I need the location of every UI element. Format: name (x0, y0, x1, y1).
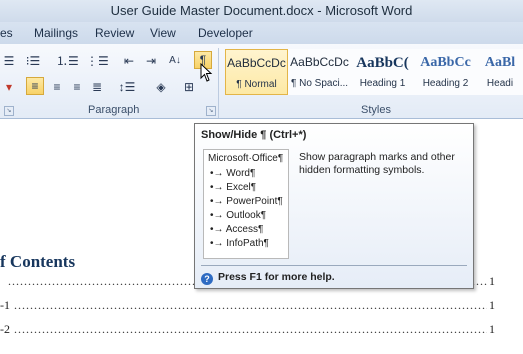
toc-title: f Contents (0, 252, 76, 271)
tooltip-help-text: Press F1 for more help. (218, 271, 335, 283)
justify-button[interactable]: ≣ (88, 78, 106, 96)
style-preview: AaBbCc (420, 55, 471, 70)
style-heading-3[interactable]: AaBl Headi (477, 49, 523, 95)
preview-item: •→ PowerPoint¶ (210, 196, 283, 207)
preview-item: •→ InfoPath¶ (210, 238, 269, 249)
preview-header: Microsoft·Office¶ (208, 153, 284, 164)
style-heading-2[interactable]: AaBbCc Heading 2 (414, 49, 477, 95)
ribbon-tabs: es Mailings Review View Developer (0, 22, 523, 44)
style-name: Heading 1 (359, 78, 406, 89)
toc-page-number: 1 (488, 298, 495, 313)
multilevel-list-button[interactable]: ⋮☰ (86, 52, 109, 70)
group-divider (218, 48, 219, 118)
tab-mailings[interactable]: Mailings (34, 26, 78, 40)
style-preview: AaBbCcDc (227, 56, 286, 70)
increase-indent-button[interactable]: ⇥ (142, 52, 160, 70)
ribbon: ☰ ⁝☰ ⒈☰ ⋮☰ ⇤ ⇥ A↓ ¶ ▾ ≡ ≡ ≡ ≣ ↕☰ ◈ ⊞ Par… (0, 44, 523, 119)
style-preview: AaBl (484, 55, 516, 70)
tab-home-partial[interactable]: es (0, 26, 13, 40)
style-preview: AaBbC( (356, 55, 409, 71)
paragraph-dialog-launcher-icon[interactable]: ↘ (206, 106, 216, 116)
window-title-bar: User Guide Master Document.docx - Micros… (0, 0, 523, 22)
show-hide-tooltip: Show/Hide ¶ (Ctrl+*) Microsoft·Office¶ •… (194, 123, 474, 289)
tooltip-preview-image: Microsoft·Office¶ •→ Word¶ •→ Excel¶ •→ … (203, 149, 289, 259)
decrease-indent-button[interactable]: ⇤ (120, 52, 138, 70)
tooltip-divider (201, 265, 467, 266)
toc-page-number: 1 (488, 274, 495, 289)
toc-line[interactable]: ........................................… (0, 298, 495, 313)
styles-group-label: Styles (361, 104, 391, 116)
numbering-button[interactable]: ⒈☰ (56, 52, 79, 70)
align-center-button[interactable]: ≡ (48, 78, 66, 96)
tooltip-title: Show/Hide ¶ (Ctrl+*) (201, 129, 307, 141)
style-heading-1[interactable]: AaBbC( Heading 1 (351, 49, 414, 95)
mouse-cursor-icon (200, 63, 213, 82)
preview-item: •→ Outlook¶ (210, 210, 267, 221)
paragraph-group-label: Paragraph (88, 104, 140, 116)
tab-review[interactable]: Review (95, 26, 134, 40)
preview-item: •→ Access¶ (210, 224, 264, 235)
style-no-spacing[interactable]: AaBbCcDc ¶ No Spaci... (288, 49, 351, 95)
help-icon: ? (201, 273, 213, 285)
preview-item: •→ Excel¶ (210, 182, 257, 193)
font-dialog-launcher-icon[interactable]: ↘ (4, 106, 14, 116)
tooltip-help: ? Press F1 for more help. (201, 271, 335, 285)
style-name: ¶ No Spaci... (290, 78, 349, 89)
font-color-dropdown-icon[interactable]: ▾ (0, 78, 18, 96)
toc-leader-dots: ........................................… (14, 298, 487, 312)
bullets-icon[interactable]: ☰ (0, 52, 18, 70)
borders-button[interactable]: ⊞ (180, 78, 198, 96)
sort-button[interactable]: A↓ (166, 52, 184, 70)
line-spacing-button[interactable]: ↕☰ (118, 78, 136, 96)
shading-button[interactable]: ◈ (152, 78, 170, 96)
preview-item: •→ Word¶ (210, 168, 256, 179)
style-name: Heading 2 (422, 78, 469, 89)
toc-entry-text: -1 (0, 298, 10, 312)
bullets-button[interactable]: ⁝☰ (24, 52, 42, 70)
style-name: ¶ Normal (236, 79, 277, 90)
align-left-button[interactable]: ≡ (26, 77, 44, 95)
align-right-button[interactable]: ≡ (68, 78, 86, 96)
tab-view[interactable]: View (150, 26, 176, 40)
window-title: User Guide Master Document.docx - Micros… (110, 3, 413, 18)
toc-line[interactable]: ........................................… (0, 322, 495, 337)
toc-leader-dots: ........................................… (14, 322, 487, 336)
style-preview: AaBbCcDc (290, 55, 349, 69)
toc-entry-text: -2 (0, 322, 10, 336)
tab-developer[interactable]: Developer (198, 26, 253, 40)
style-name: Headi (486, 78, 514, 89)
toc-page-number: 1 (488, 322, 495, 337)
style-normal[interactable]: AaBbCcDc ¶ Normal (225, 49, 288, 95)
tooltip-description: Show paragraph marks and other hidden fo… (299, 151, 455, 176)
